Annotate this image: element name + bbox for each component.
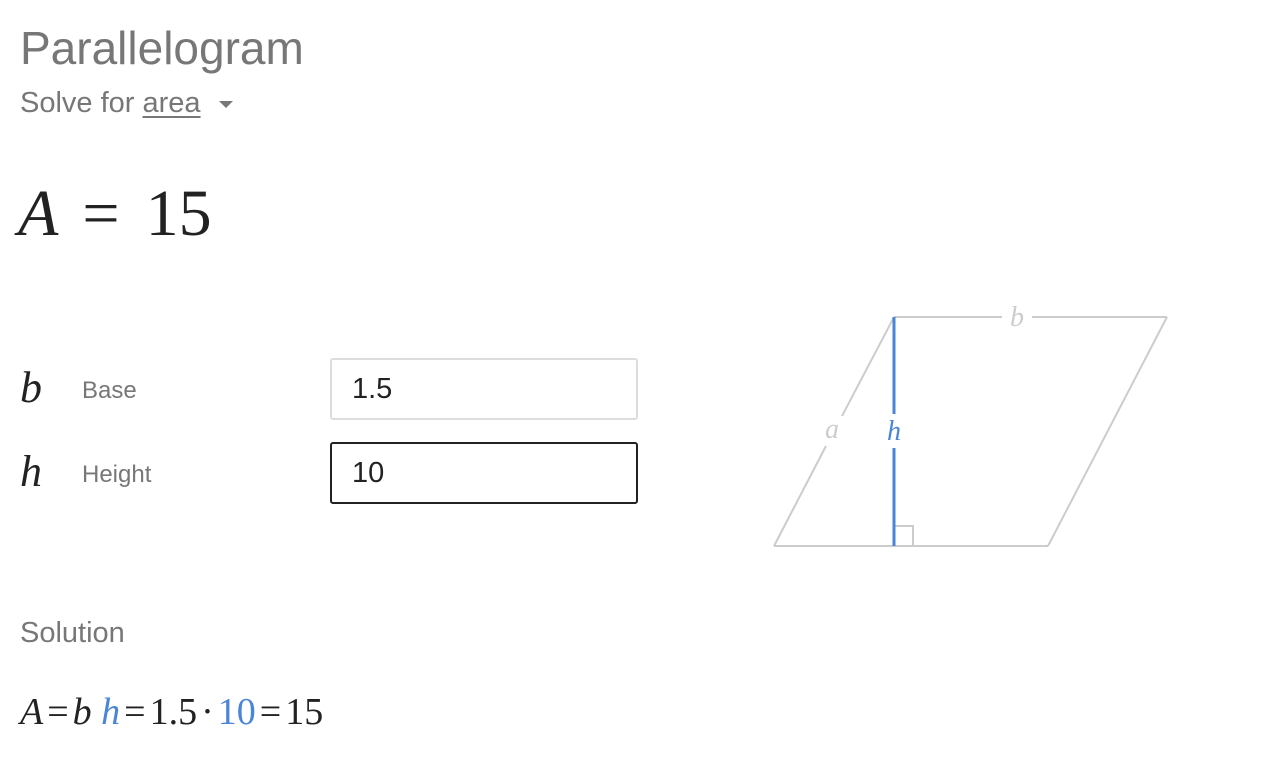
variable-label: Base: [82, 377, 137, 404]
diagram-label-h: h: [887, 416, 901, 447]
page-title: Parallelogram: [20, 22, 304, 74]
result-value: 15: [145, 177, 212, 250]
chevron-down-icon[interactable]: [218, 100, 233, 108]
solution-heading: Solution: [20, 617, 125, 649]
solution-symbol-h: h: [101, 691, 121, 733]
parallelogram-left-edge-upper: [841, 316, 895, 417]
solution-expression: A = b h = 1.5 · 10 = 15: [20, 688, 323, 736]
right-angle-marker: [894, 525, 914, 546]
variable-row-height: h Height: [20, 442, 660, 506]
parallelogram-left-edge-lower: [773, 445, 827, 547]
solution-symbol-b: b: [72, 691, 92, 733]
diagram-label-a: a: [825, 414, 839, 445]
solve-for-variable-link[interactable]: area: [143, 87, 201, 119]
result-display: A = 15: [18, 172, 212, 256]
variable-row-base: b Base: [20, 358, 660, 422]
solution-base-value: 1.5: [149, 691, 198, 733]
solution-equals: =: [47, 691, 69, 733]
variable-symbol: h: [20, 447, 42, 496]
solution-multiply-dot: ·: [201, 691, 214, 733]
result-equals: =: [82, 177, 120, 250]
solution-equals: =: [259, 691, 282, 733]
variable-label: Height: [82, 461, 152, 488]
height-input[interactable]: [330, 442, 638, 504]
solution-height-value: 10: [217, 691, 256, 733]
solution-symbol-a: A: [20, 691, 44, 733]
base-input[interactable]: [330, 358, 638, 420]
solve-for-prefix: Solve for: [20, 87, 135, 119]
result-symbol: A: [18, 177, 59, 250]
variable-symbol: b: [20, 363, 42, 412]
solution-result-value: 15: [285, 691, 324, 733]
solve-for-selector: Solve for area: [20, 84, 233, 122]
solution-equals: =: [124, 691, 146, 733]
parallelogram-diagram: b a h: [773, 302, 1168, 547]
parallelogram-right-edge: [1047, 316, 1168, 547]
diagram-label-b: b: [1010, 302, 1024, 333]
